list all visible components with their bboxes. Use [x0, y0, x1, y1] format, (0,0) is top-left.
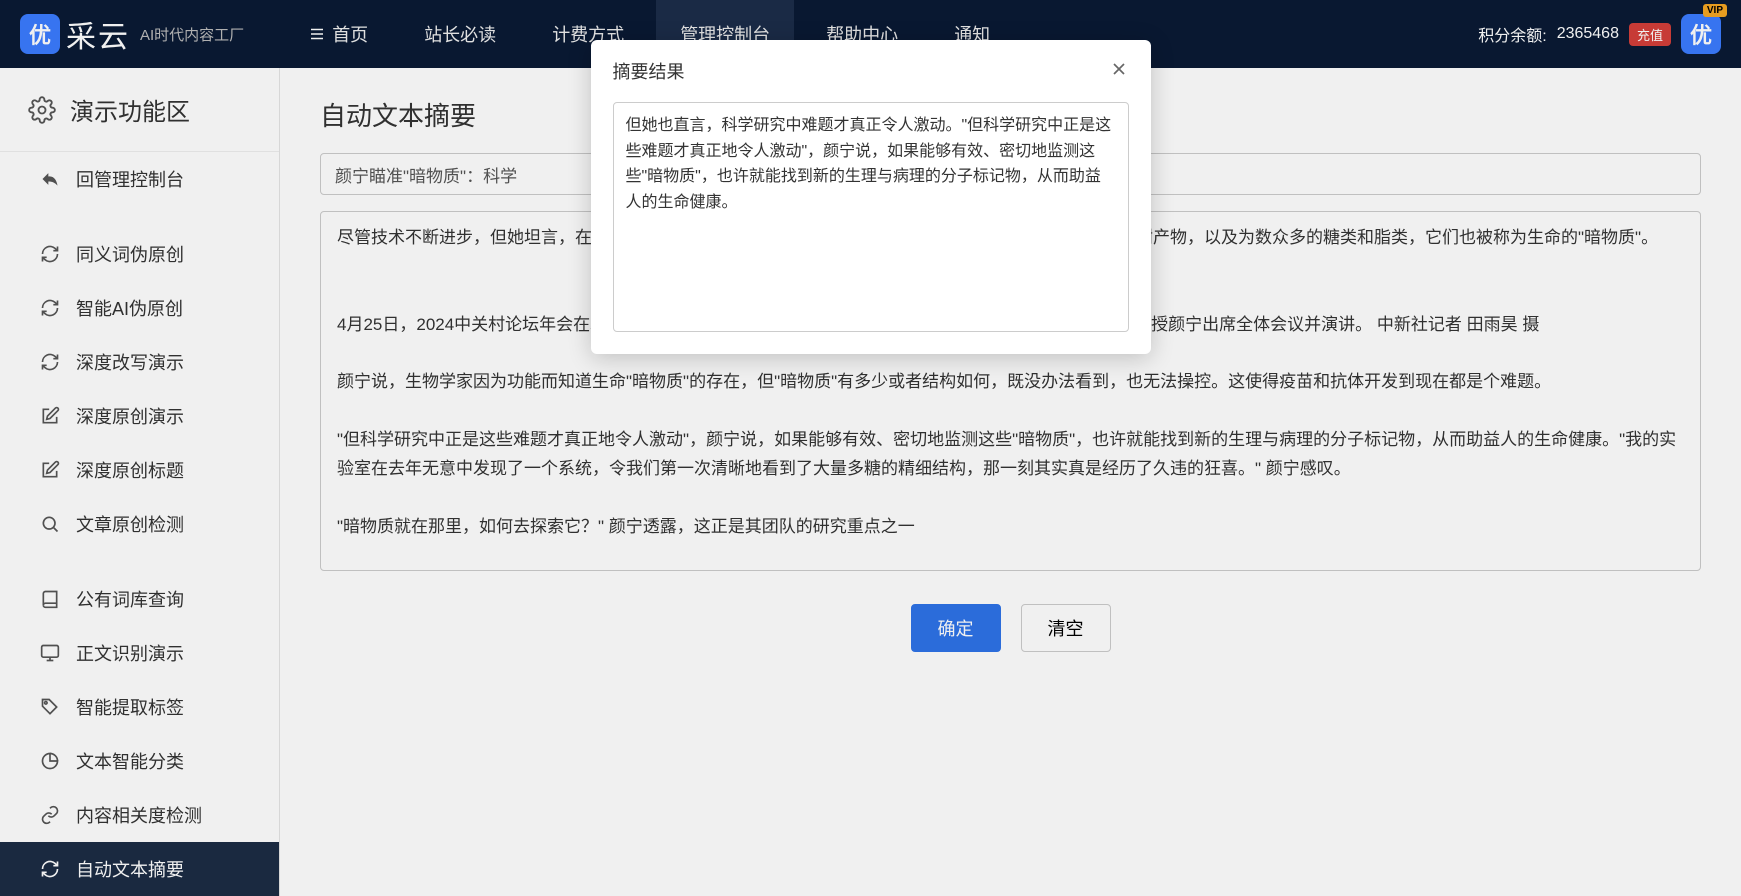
- summary-modal: 摘要结果 但她也直言，科学研究中难题才真正令人激动。"但科学研究中正是这些难题才…: [591, 40, 1151, 354]
- modal-body: 但她也直言，科学研究中难题才真正令人激动。"但科学研究中正是这些难题才真正地令人…: [591, 102, 1151, 354]
- close-icon[interactable]: [1109, 59, 1129, 84]
- summary-output[interactable]: 但她也直言，科学研究中难题才真正令人激动。"但科学研究中正是这些难题才真正地令人…: [613, 102, 1129, 332]
- modal-header: 摘要结果: [591, 40, 1151, 102]
- modal-title: 摘要结果: [613, 58, 685, 84]
